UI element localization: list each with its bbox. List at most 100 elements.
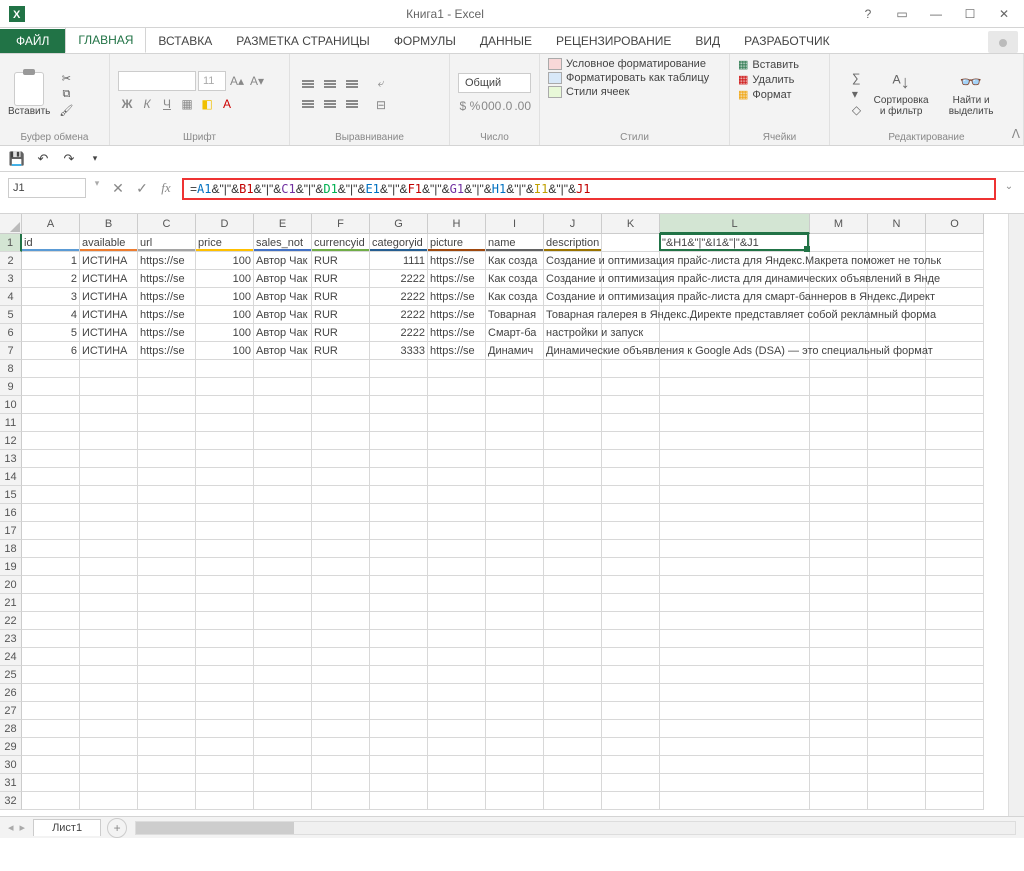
col-header-K[interactable]: K — [602, 214, 660, 234]
cell[interactable]: available — [80, 234, 138, 252]
cell[interactable] — [22, 414, 80, 432]
row-header-12[interactable]: 12 — [0, 432, 22, 450]
cell[interactable] — [22, 666, 80, 684]
cell[interactable] — [486, 702, 544, 720]
cell[interactable] — [138, 756, 196, 774]
cell[interactable] — [370, 738, 428, 756]
cell[interactable] — [22, 450, 80, 468]
col-header-F[interactable]: F — [312, 214, 370, 234]
cell[interactable] — [602, 414, 660, 432]
cell[interactable] — [196, 486, 254, 504]
cell[interactable] — [486, 594, 544, 612]
font-family-combo[interactable] — [118, 71, 196, 91]
cell[interactable] — [196, 648, 254, 666]
minimize-icon[interactable]: — — [924, 7, 948, 21]
cell[interactable] — [80, 486, 138, 504]
cell[interactable] — [428, 576, 486, 594]
cell[interactable] — [544, 558, 602, 576]
cell[interactable] — [868, 450, 926, 468]
cell[interactable] — [926, 630, 984, 648]
cell[interactable] — [926, 774, 984, 792]
cell[interactable] — [312, 378, 370, 396]
cell[interactable] — [138, 450, 196, 468]
cell[interactable]: Товарная галерея в Яндекс.Директе предст… — [544, 306, 602, 324]
font-color-button[interactable]: A — [218, 95, 236, 113]
cell[interactable] — [428, 414, 486, 432]
cell[interactable] — [486, 540, 544, 558]
cancel-formula-icon[interactable]: ✕ — [108, 178, 128, 198]
cell[interactable] — [254, 612, 312, 630]
cell[interactable] — [810, 612, 868, 630]
cell[interactable]: 100 — [196, 324, 254, 342]
cell[interactable]: ИСТИНА — [80, 252, 138, 270]
cell[interactable] — [544, 792, 602, 810]
cell[interactable] — [196, 468, 254, 486]
cell[interactable] — [22, 360, 80, 378]
row-header-22[interactable]: 22 — [0, 612, 22, 630]
cell[interactable]: Динамические объявления к Google Ads (DS… — [544, 342, 602, 360]
cell[interactable] — [80, 612, 138, 630]
cell[interactable] — [868, 702, 926, 720]
cell[interactable] — [254, 396, 312, 414]
cell[interactable] — [810, 702, 868, 720]
cell[interactable] — [22, 684, 80, 702]
cell[interactable] — [196, 450, 254, 468]
cell[interactable] — [370, 612, 428, 630]
cell[interactable]: Как созда — [486, 288, 544, 306]
cell[interactable] — [138, 738, 196, 756]
cell[interactable] — [544, 594, 602, 612]
cell[interactable] — [428, 486, 486, 504]
cell[interactable]: 2222 — [370, 270, 428, 288]
row-header-25[interactable]: 25 — [0, 666, 22, 684]
cell[interactable] — [312, 774, 370, 792]
tab-review[interactable]: РЕЦЕНЗИРОВАНИЕ — [544, 29, 683, 53]
cell[interactable] — [926, 684, 984, 702]
cell[interactable] — [926, 396, 984, 414]
cell[interactable] — [868, 432, 926, 450]
row-header-26[interactable]: 26 — [0, 684, 22, 702]
cell[interactable] — [254, 522, 312, 540]
cell[interactable]: 3333 — [370, 342, 428, 360]
cell[interactable] — [544, 576, 602, 594]
cell[interactable]: Создание и оптимизация прайс-листа для Я… — [544, 252, 602, 270]
cell[interactable] — [80, 432, 138, 450]
cell[interactable] — [602, 378, 660, 396]
cell[interactable] — [602, 612, 660, 630]
col-header-L[interactable]: L — [660, 214, 810, 234]
cell[interactable] — [80, 576, 138, 594]
cell[interactable] — [602, 666, 660, 684]
cell[interactable] — [196, 522, 254, 540]
cell[interactable] — [544, 756, 602, 774]
cell[interactable] — [80, 756, 138, 774]
alignment-grid[interactable] — [298, 75, 362, 113]
cell[interactable]: name — [486, 234, 544, 252]
cell[interactable] — [138, 612, 196, 630]
cell[interactable] — [80, 522, 138, 540]
paste-button[interactable]: Вставить — [8, 72, 50, 117]
cell[interactable] — [22, 576, 80, 594]
formula-bar[interactable]: =A1&"|"&B1&"|"&C1&"|"&D1&"|"&E1&"|"&F1&"… — [182, 178, 996, 200]
cell[interactable] — [312, 756, 370, 774]
cell[interactable] — [660, 774, 810, 792]
cell[interactable] — [486, 720, 544, 738]
cell[interactable] — [810, 486, 868, 504]
cell[interactable] — [196, 666, 254, 684]
cell[interactable]: picture — [428, 234, 486, 252]
cell[interactable]: https://se — [138, 342, 196, 360]
cell[interactable] — [196, 738, 254, 756]
add-sheet-button[interactable]: + — [107, 818, 127, 838]
row-header-30[interactable]: 30 — [0, 756, 22, 774]
cell[interactable] — [602, 576, 660, 594]
undo-icon[interactable]: ↶ — [34, 150, 52, 168]
border-button[interactable]: ▦ — [178, 95, 196, 113]
cell[interactable] — [486, 576, 544, 594]
row-header-28[interactable]: 28 — [0, 720, 22, 738]
cell[interactable] — [486, 630, 544, 648]
cell[interactable] — [486, 450, 544, 468]
cell[interactable] — [196, 774, 254, 792]
cell[interactable]: RUR — [312, 270, 370, 288]
cell[interactable] — [486, 360, 544, 378]
cell[interactable] — [254, 738, 312, 756]
cell[interactable] — [868, 648, 926, 666]
cell[interactable] — [196, 684, 254, 702]
